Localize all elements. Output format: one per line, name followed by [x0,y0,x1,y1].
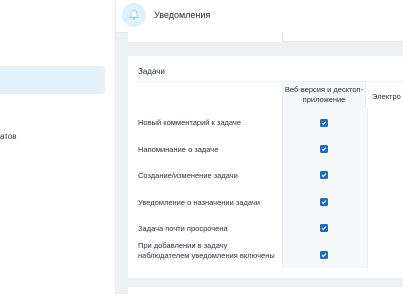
row-label-assignment: Уведомление о назначении задачи [138,198,260,207]
main-content: Уведомления Задачи Веб-версия и десктоп-… [116,0,403,297]
row-label-reminder: Напоминание о задаче [138,145,219,154]
checkbox-reminder[interactable] [320,145,328,153]
checkbox-observer-added[interactable] [320,251,328,259]
web-column-cells [282,108,368,268]
page-title: Уведомления [154,10,211,20]
bell-icon [122,3,146,27]
sidebar: атов [0,0,116,294]
previous-section-card [128,32,403,42]
row-label-new-comment: Новый комментарий к задаче [138,118,241,127]
checkbox-new-comment[interactable] [320,119,328,127]
row-label-observer-added: При добавлении в задачу наблюдателем уве… [138,241,275,260]
sidebar-item-active[interactable] [0,66,105,94]
section-title: Задачи [138,67,165,76]
checkbox-assignment[interactable] [320,198,328,206]
next-section-card [128,287,403,297]
header-bar: Уведомления [116,0,403,33]
row-label-create-change: Создание/изменение задачи [138,171,238,180]
column-header-email: Электро [372,92,401,101]
column-header-web: Веб-версия и десктоп-приложение [282,82,366,108]
checkbox-create-change[interactable] [320,171,328,179]
sidebar-item-label[interactable]: атов [0,132,17,141]
checkbox-almost-overdue[interactable] [320,224,328,232]
tasks-section-card: Задачи Веб-версия и десктоп-приложение Э… [128,56,403,278]
row-label-almost-overdue: Задача почти просрочена [138,224,228,233]
